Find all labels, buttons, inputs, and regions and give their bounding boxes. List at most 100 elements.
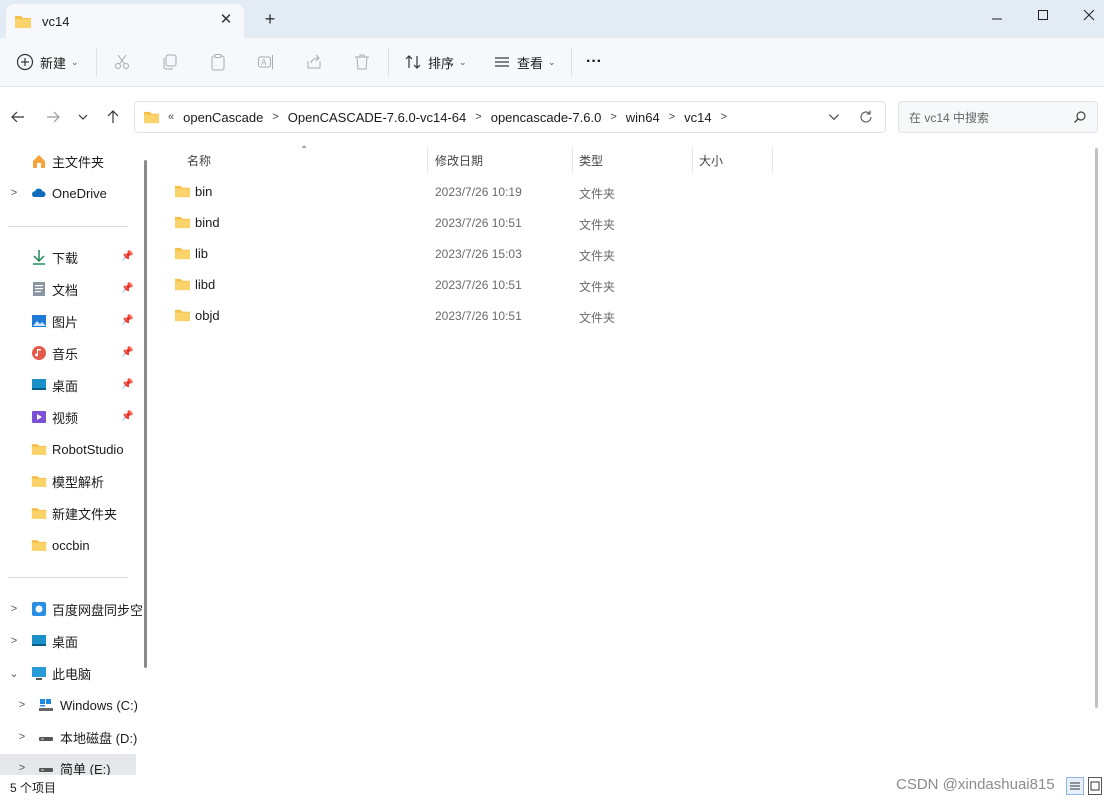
maximize-button[interactable] [1020, 0, 1066, 30]
pin-icon[interactable]: 📌 [121, 411, 133, 423]
chevron-right-icon[interactable]: > [610, 111, 616, 123]
refresh-icon[interactable] [857, 108, 875, 126]
new-tab-button[interactable]: + [260, 9, 280, 29]
address-bar[interactable]: « openCascade > OpenCASCADE-7.6.0-vc14-6… [134, 101, 886, 133]
column-header-name[interactable]: 名称 [187, 147, 427, 173]
new-button[interactable]: 新建 ⌄ [16, 50, 79, 74]
pin-icon[interactable]: 📌 [121, 251, 133, 263]
column-header-type[interactable]: 类型 [579, 147, 691, 173]
file-row[interactable]: objd 2023/7/26 10:51 文件夹 [165, 301, 765, 331]
item-count: 5 个项目 [10, 781, 57, 795]
nav-desktop[interactable]: 桌面 📌 [0, 371, 136, 399]
file-row[interactable]: bin 2023/7/26 10:19 文件夹 [165, 177, 765, 207]
tiles-view-button[interactable] [1088, 777, 1102, 795]
chevron-down-icon[interactable] [827, 110, 841, 124]
nav-robotstudio[interactable]: RobotStudio [0, 435, 136, 463]
chevron-right-icon[interactable]: > [16, 731, 28, 743]
pin-icon[interactable]: 📌 [121, 347, 133, 359]
sidebar-scrollbar[interactable] [144, 160, 147, 668]
nav-label: 音乐 [52, 346, 79, 362]
column-header-size[interactable]: 大小 [699, 147, 771, 173]
folder-icon [31, 476, 47, 487]
share-button[interactable] [303, 51, 325, 73]
paste-button[interactable] [207, 51, 229, 73]
search-input[interactable]: 在 vc14 中搜索 [898, 101, 1098, 133]
file-row[interactable]: bind 2023/7/26 10:51 文件夹 [165, 208, 765, 238]
chevron-right-icon[interactable]: > [8, 635, 20, 647]
chevron-right-icon[interactable]: > [8, 187, 20, 199]
file-type: 文件夹 [579, 311, 616, 325]
pin-icon[interactable]: 📌 [121, 283, 133, 295]
column-label: 大小 [699, 153, 724, 168]
copy-button[interactable] [159, 51, 181, 73]
breadcrumb-vc14[interactable]: vc14 [684, 110, 711, 125]
nav-pictures[interactable]: 图片 📌 [0, 307, 136, 335]
details-view-button[interactable] [1066, 777, 1084, 795]
share-icon [307, 54, 321, 69]
nav-documents[interactable]: 文档 📌 [0, 275, 136, 303]
search-icon [1074, 111, 1086, 123]
tab-vc14[interactable]: vc14 ✕ [6, 4, 244, 38]
chevron-right-icon[interactable]: > [272, 111, 278, 123]
more-options-button[interactable]: ··· [586, 50, 602, 74]
chevron-right-icon[interactable]: > [669, 111, 675, 123]
delete-button[interactable] [351, 51, 373, 73]
cut-button[interactable] [111, 51, 133, 73]
nav-videos[interactable]: 视频 📌 [0, 403, 136, 431]
rename-button[interactable]: A [255, 51, 277, 73]
nav-drive-d[interactable]: > 本地磁盘 (D:) [0, 723, 138, 751]
nav-label: 主文件夹 [52, 154, 105, 170]
back-button[interactable] [7, 106, 29, 128]
breadcrumb-opencascade-760[interactable]: opencascade-7.6.0 [491, 110, 602, 125]
video-icon [32, 411, 46, 423]
divider [8, 577, 128, 578]
chevron-right-icon[interactable]: > [721, 111, 727, 123]
nav-home[interactable]: 主文件夹 [0, 147, 136, 175]
close-button[interactable] [1066, 0, 1104, 30]
column-divider[interactable] [772, 147, 773, 173]
list-view-icon [1070, 782, 1080, 790]
file-row[interactable]: lib 2023/7/26 15:03 文件夹 [165, 239, 765, 269]
forward-button[interactable] [42, 106, 64, 128]
up-button[interactable] [102, 106, 124, 128]
pin-icon[interactable]: 📌 [121, 379, 133, 391]
windows-drive-icon [39, 699, 53, 711]
new-button-label: 新建 [40, 55, 67, 71]
nav-baidu-sync[interactable]: > 百度网盘同步空 [0, 595, 143, 623]
tab-close-icon[interactable]: ✕ [218, 12, 234, 28]
nav-onedrive[interactable]: > OneDrive [0, 179, 136, 207]
nav-model-parse[interactable]: 模型解析 [0, 467, 136, 495]
breadcrumb-win64[interactable]: win64 [626, 110, 660, 125]
column-header-modified[interactable]: 修改日期 [435, 147, 573, 173]
column-divider[interactable] [427, 147, 428, 173]
breadcrumb-opencascade[interactable]: openCascade [183, 110, 263, 125]
column-divider[interactable] [572, 147, 573, 173]
breadcrumb-opencascade-760-vc14-64[interactable]: OpenCASCADE-7.6.0-vc14-64 [288, 110, 466, 125]
file-row[interactable]: libd 2023/7/26 10:51 文件夹 [165, 270, 765, 300]
nav-occbin[interactable]: occbin [0, 531, 136, 559]
nav-drive-e[interactable]: > 简单 (E:) [0, 754, 136, 775]
document-icon [33, 282, 45, 296]
view-button[interactable]: 查看 ⌄ [493, 50, 556, 74]
nav-new-folder[interactable]: 新建文件夹 [0, 499, 136, 527]
tab-title: vc14 [42, 13, 70, 29]
chevron-right-icon[interactable]: > [16, 762, 28, 774]
chevron-right-icon[interactable]: > [8, 603, 20, 615]
nav-music[interactable]: 音乐 📌 [0, 339, 136, 367]
chevron-down-icon[interactable]: ⌄ [8, 667, 20, 680]
nav-downloads[interactable]: 下载 📌 [0, 243, 136, 271]
chevron-right-icon[interactable]: > [16, 699, 28, 711]
column-divider[interactable] [692, 147, 693, 173]
sort-button[interactable]: 排序 ⌄ [404, 50, 467, 74]
pin-icon[interactable]: 📌 [121, 315, 133, 327]
view-icon [495, 57, 509, 67]
nav-label: 桌面 [52, 378, 79, 394]
chevron-right-icon[interactable]: > [475, 111, 481, 123]
nav-desktop-root[interactable]: > 桌面 [0, 627, 136, 655]
minimize-button[interactable] [974, 0, 1020, 30]
nav-this-pc[interactable]: ⌄ 此电脑 [0, 659, 136, 687]
nav-drive-c[interactable]: > Windows (C:) [0, 691, 138, 719]
recent-locations-button[interactable] [72, 106, 94, 128]
content-scrollbar[interactable] [1095, 148, 1098, 708]
breadcrumb-overflow[interactable]: « [168, 111, 174, 123]
